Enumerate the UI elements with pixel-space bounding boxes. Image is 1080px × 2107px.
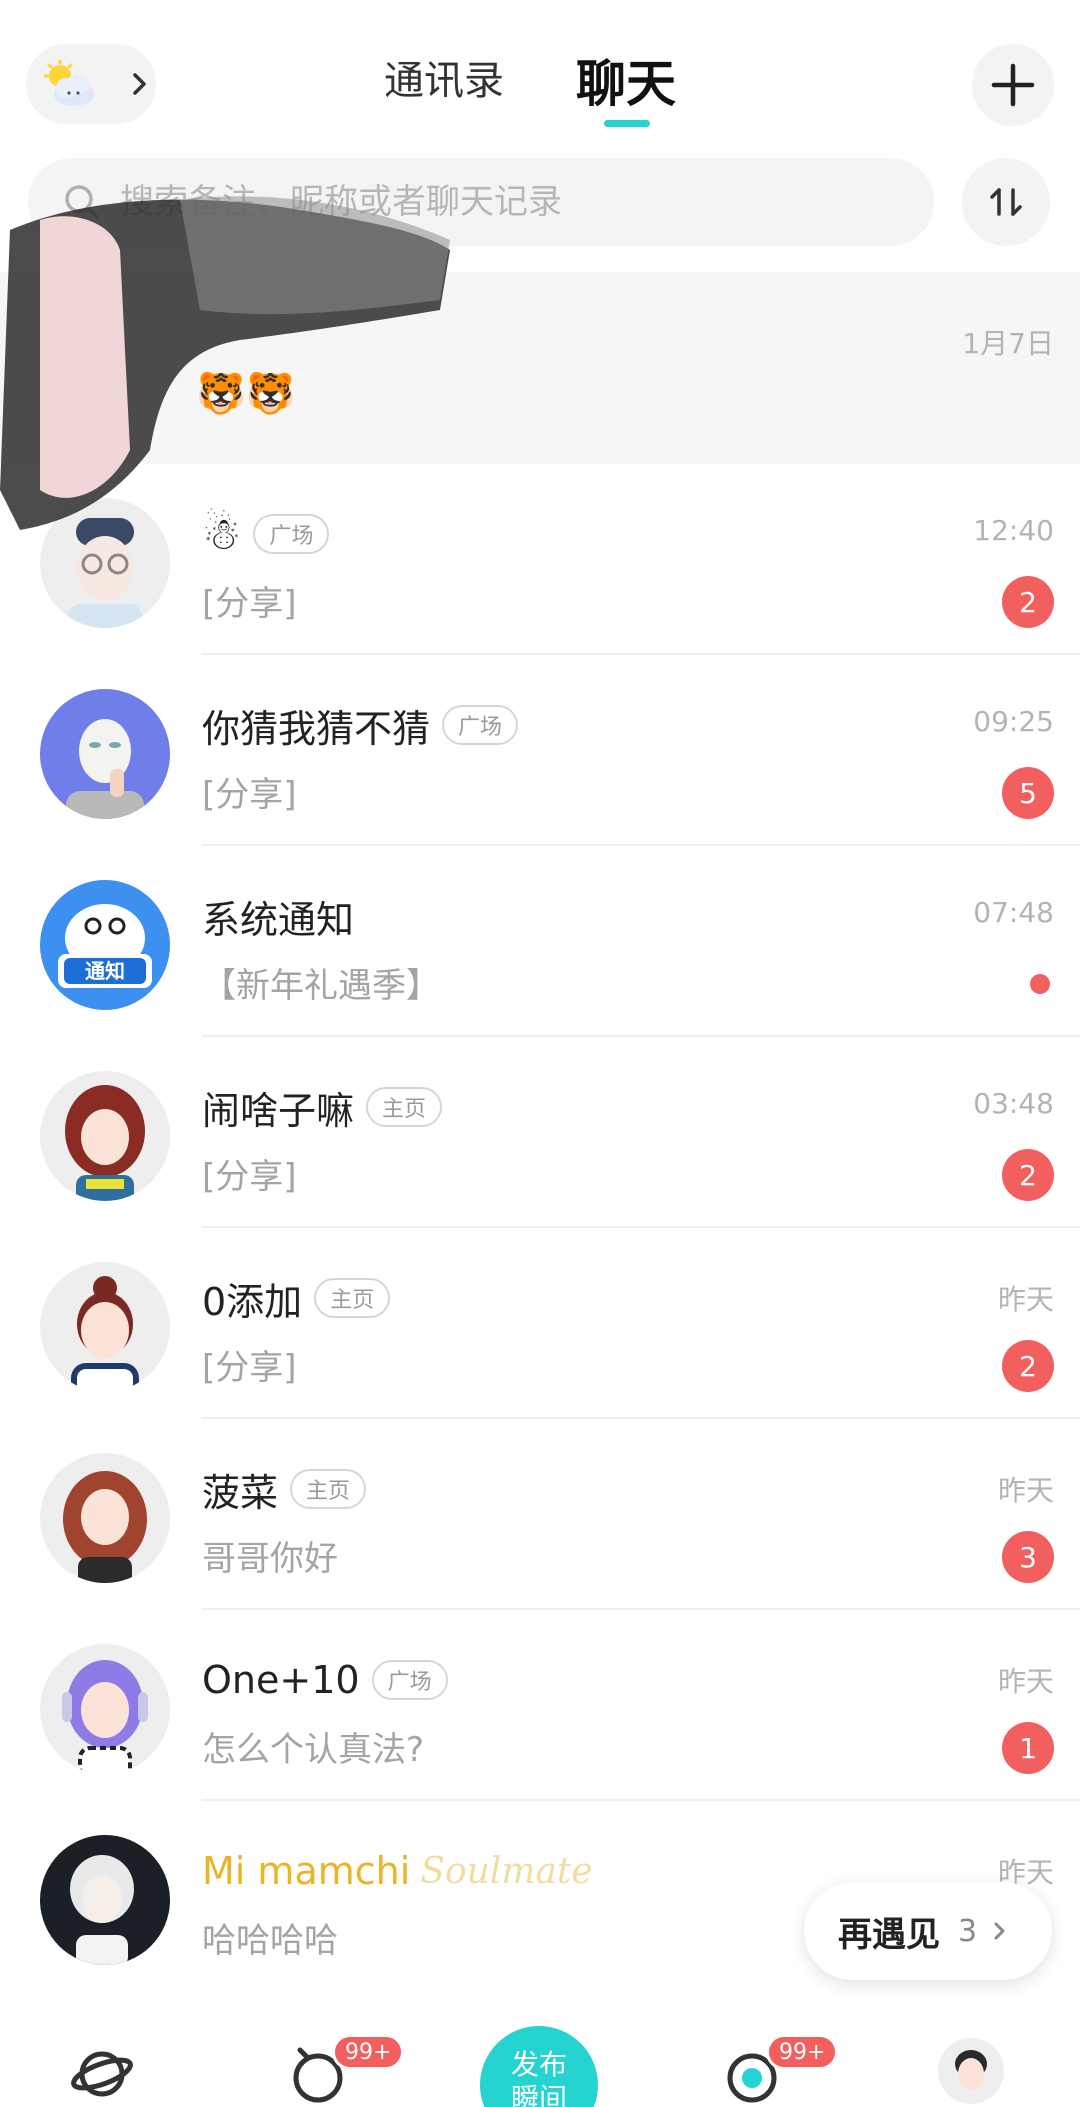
chat-time: 昨天 — [997, 1474, 1054, 1507]
sort-arrows-icon — [990, 188, 1022, 216]
chat-name-line: 系统通知 — [202, 890, 354, 942]
chat-name-line: 0添加 主页 — [202, 1272, 391, 1324]
sort-button[interactable] — [962, 158, 1050, 246]
active-tab-indicator — [604, 120, 650, 127]
source-tag: 主页 — [366, 1087, 443, 1127]
meet-again-count: 3 — [958, 1913, 978, 1949]
chat-badge: 99+ — [766, 2034, 839, 2070]
avatar — [40, 1644, 170, 1774]
chat-name: 你猜我猜不猜 — [202, 706, 431, 751]
tab-contacts[interactable]: 通讯录 — [384, 48, 504, 106]
chat-message: [分享] — [202, 775, 297, 815]
chat-name: 系统通知 — [202, 897, 355, 942]
chat-name: Mi mamchi — [202, 1849, 411, 1893]
add-button[interactable] — [972, 44, 1054, 126]
meet-again-label: 再遇见 — [838, 1914, 940, 1955]
alarm-badge: 99+ — [332, 2034, 405, 2070]
chat-name-line: 你猜我猜不猜 广场 — [202, 699, 519, 751]
chat-name-line: 菠菜 主页 — [202, 1463, 367, 1515]
meet-again-button[interactable]: 再遇见 3 — [804, 1882, 1052, 1980]
source-tag: 主页 — [290, 1469, 367, 1509]
tab-chat[interactable]: 聊天 — [576, 44, 676, 116]
chat-time: 昨天 — [997, 1665, 1054, 1698]
chat-time: 12:40 — [973, 514, 1054, 547]
chat-message: 怎么个认真法? — [202, 1730, 425, 1770]
avatar — [40, 689, 170, 819]
weather-cloud-icon — [43, 60, 94, 106]
chat-row[interactable]: 菠菜 主页 哥哥你好 昨天 3 — [0, 1419, 1080, 1610]
planet-icon — [71, 2051, 133, 2097]
chat-row[interactable]: 0添加 主页 [分享] 昨天 2 — [0, 1228, 1080, 1419]
source-tag: 广场 — [371, 1660, 448, 1700]
chevron-right-icon — [133, 73, 146, 95]
unread-dot — [1030, 974, 1050, 994]
notification-avatar-label: 通知 — [85, 959, 125, 983]
chat-time: 1月7日 — [962, 327, 1054, 360]
publish-label-line1: 发布 — [510, 2048, 567, 2081]
top-header: 通讯录 聊天 — [0, 0, 1080, 150]
chat-time: 03:48 — [973, 1087, 1054, 1120]
chat-row[interactable]: 闹啥子嘛 主页 [分享] 03:48 2 — [0, 1037, 1080, 1228]
chat-message: [分享] — [202, 1157, 297, 1197]
chat-name: 闹啥子嘛 — [202, 1088, 355, 1133]
weather-button[interactable] — [26, 44, 156, 124]
unread-badge: 2 — [1002, 1149, 1054, 1201]
source-tag: 主页 — [314, 1278, 391, 1318]
profile-avatar-icon — [938, 2038, 1004, 2104]
chat-message: [分享] — [202, 584, 297, 624]
unread-badge: 1 — [1002, 1722, 1054, 1774]
chat-name-line: Mi mamchi Soulmate — [202, 1845, 593, 1897]
plus-icon — [991, 63, 1035, 107]
chat-time: 07:48 — [973, 896, 1054, 929]
privacy-scribble — [0, 196, 450, 530]
source-tag: 广场 — [442, 705, 519, 745]
nav-planet[interactable] — [70, 2040, 134, 2107]
chat-message: 【新年礼遇季】 — [202, 966, 440, 1006]
avatar — [40, 1071, 170, 1201]
avatar — [40, 1262, 170, 1392]
chat-name-line: 闹啥子嘛 主页 — [202, 1081, 443, 1133]
chat-message: 哥哥你好 — [202, 1539, 338, 1579]
chat-row[interactable]: 你猜我猜不猜 广场 [分享] 09:25 5 — [0, 655, 1080, 846]
chevron-right-icon — [994, 1922, 1005, 1940]
chat-message: 哈哈哈哈 — [202, 1921, 338, 1961]
avatar — [40, 1453, 170, 1583]
chat-name: 0添加 — [202, 1279, 303, 1324]
chat-name: One+10 — [202, 1658, 360, 1702]
chat-row[interactable]: One+10 广场 怎么个认真法? 昨天 1 — [0, 1610, 1080, 1801]
unread-badge: 2 — [1002, 576, 1054, 628]
unread-badge: 5 — [1002, 767, 1054, 819]
chat-time: 昨天 — [997, 1283, 1054, 1316]
nav-profile[interactable] — [938, 2038, 1004, 2107]
chat-name: 菠菜 — [202, 1470, 279, 1515]
soulmate-label: Soulmate — [420, 1850, 593, 1892]
chat-message: [分享] — [202, 1348, 297, 1388]
publish-label-line2: 瞬间 — [510, 2082, 567, 2107]
unread-badge: 2 — [1002, 1340, 1054, 1392]
chat-time: 09:25 — [973, 705, 1054, 738]
system-notification-avatar: 通知 — [40, 880, 170, 1010]
chat-name-line: One+10 广场 — [202, 1654, 448, 1706]
unread-badge: 3 — [1002, 1531, 1054, 1583]
chat-row-system[interactable]: 通知 系统通知 【新年礼遇季】 07:48 — [0, 846, 1080, 1037]
avatar — [40, 1835, 170, 1965]
